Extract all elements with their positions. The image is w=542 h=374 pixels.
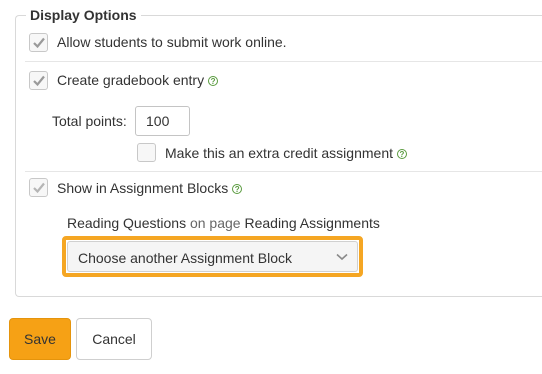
select-value: Choose another Assignment Block bbox=[78, 250, 293, 266]
check-icon bbox=[33, 182, 45, 194]
assignment-block-select[interactable]: Choose another Assignment Block bbox=[67, 241, 358, 272]
assignment-blocks-label: Show in Assignment Blocks? bbox=[57, 180, 243, 196]
save-button[interactable]: Save bbox=[9, 318, 71, 360]
check-icon bbox=[33, 37, 45, 49]
cancel-button[interactable]: Cancel bbox=[76, 318, 152, 360]
total-points-label: Total points: bbox=[52, 113, 127, 129]
assignment-block-info: Reading Questions on page Reading Assign… bbox=[67, 215, 380, 231]
assignment-blocks-label-text: Show in Assignment Blocks bbox=[57, 180, 229, 196]
help-icon[interactable]: ? bbox=[397, 149, 407, 159]
gradebook-label-text: Create gradebook entry bbox=[57, 72, 205, 88]
block-connector: on page bbox=[189, 215, 241, 231]
block-page-name: Reading Assignments bbox=[244, 215, 380, 231]
check-icon bbox=[33, 75, 45, 87]
block-name: Reading Questions bbox=[67, 215, 187, 231]
gradebook-checkbox[interactable] bbox=[29, 71, 48, 90]
help-icon[interactable]: ? bbox=[232, 184, 243, 194]
allow-online-checkbox[interactable] bbox=[29, 33, 48, 52]
row-divider bbox=[25, 61, 542, 62]
chevron-down-icon bbox=[336, 253, 348, 261]
extra-credit-label: Make this an extra credit assignment? bbox=[165, 145, 407, 161]
total-points-input[interactable] bbox=[135, 106, 190, 136]
assignment-blocks-checkbox[interactable] bbox=[29, 178, 48, 197]
extra-credit-label-text: Make this an extra credit assignment bbox=[165, 145, 393, 161]
display-options-legend: Display Options bbox=[26, 7, 141, 23]
help-icon[interactable]: ? bbox=[208, 76, 219, 86]
gradebook-label: Create gradebook entry? bbox=[57, 72, 219, 88]
extra-credit-checkbox[interactable] bbox=[137, 143, 156, 162]
row-divider bbox=[25, 171, 542, 172]
allow-online-label: Allow students to submit work online. bbox=[57, 34, 287, 50]
